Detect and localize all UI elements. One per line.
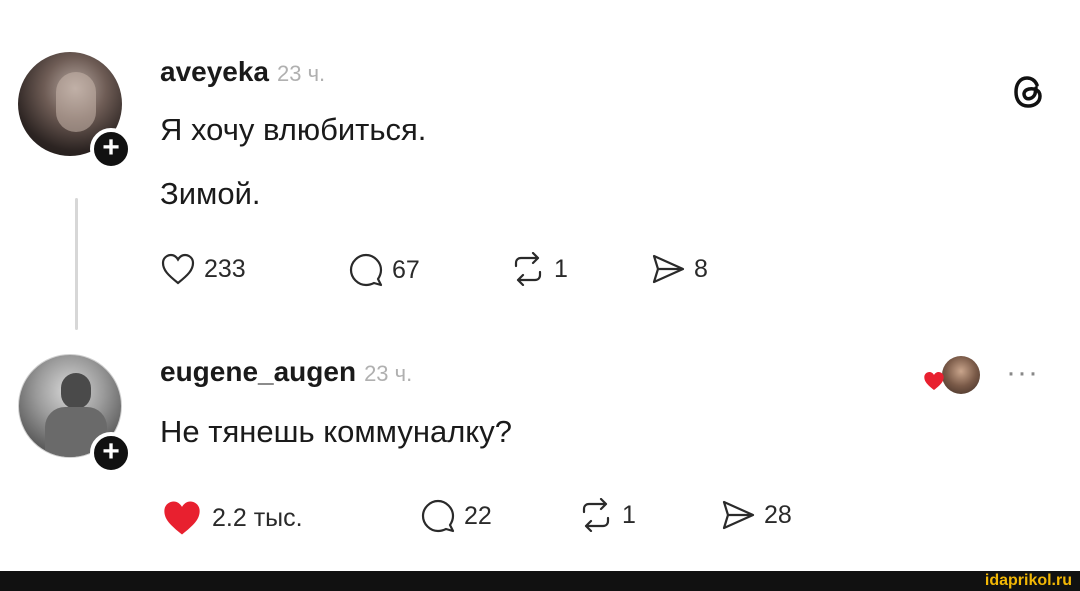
username[interactable]: aveyeka (160, 56, 269, 87)
repost-icon (582, 498, 610, 532)
repost-button[interactable]: 1 (510, 252, 568, 286)
share-icon (652, 254, 685, 284)
heart-icon (164, 501, 200, 535)
watermark: idaprikol.ru (984, 572, 1072, 589)
like-button[interactable]: 2.2 тыс. (160, 498, 303, 538)
timestamp: 23 ч. (364, 361, 413, 386)
post-text-line: Не тянешь коммуналку? (160, 414, 512, 449)
post-header: aveyeka 23 ч. (160, 56, 325, 88)
timestamp: 23 ч. (277, 61, 326, 86)
follow-plus-button[interactable]: + (90, 432, 132, 474)
repost-button[interactable]: 1 (578, 498, 636, 532)
threads-logo-icon[interactable] (1010, 72, 1048, 117)
follow-plus-button[interactable]: + (90, 128, 132, 170)
heart-icon (924, 371, 944, 391)
comment-button[interactable]: 22 (420, 498, 492, 534)
thread-line (75, 198, 78, 330)
comment-button[interactable]: 67 (348, 252, 420, 288)
reply-count: 22 (464, 501, 492, 530)
username[interactable]: eugene_augen (160, 356, 356, 387)
share-count: 28 (764, 500, 792, 529)
share-count: 8 (694, 254, 708, 283)
repost-icon (514, 252, 542, 286)
repost-count: 1 (622, 500, 636, 529)
heart-icon (161, 253, 195, 285)
author-liked-badge (922, 356, 984, 396)
like-count: 233 (204, 254, 246, 283)
like-button[interactable]: 233 (160, 252, 246, 286)
repost-count: 1 (554, 254, 568, 283)
post-header: eugene_augen 23 ч. (160, 356, 412, 388)
like-count: 2.2 тыс. (212, 503, 303, 532)
watermark-bar: idaprikol.ru (0, 571, 1080, 591)
comment-icon (349, 253, 383, 287)
share-icon (722, 500, 755, 530)
avatar (942, 356, 980, 394)
share-button[interactable]: 8 (650, 252, 708, 286)
more-icon[interactable]: ··· (1006, 356, 1039, 390)
post-text-line: Зимой. (160, 176, 261, 211)
share-button[interactable]: 28 (720, 498, 792, 532)
comment-icon (421, 499, 455, 533)
reply-count: 67 (392, 255, 420, 284)
post-text-line: Я хочу влюбиться. (160, 112, 427, 147)
